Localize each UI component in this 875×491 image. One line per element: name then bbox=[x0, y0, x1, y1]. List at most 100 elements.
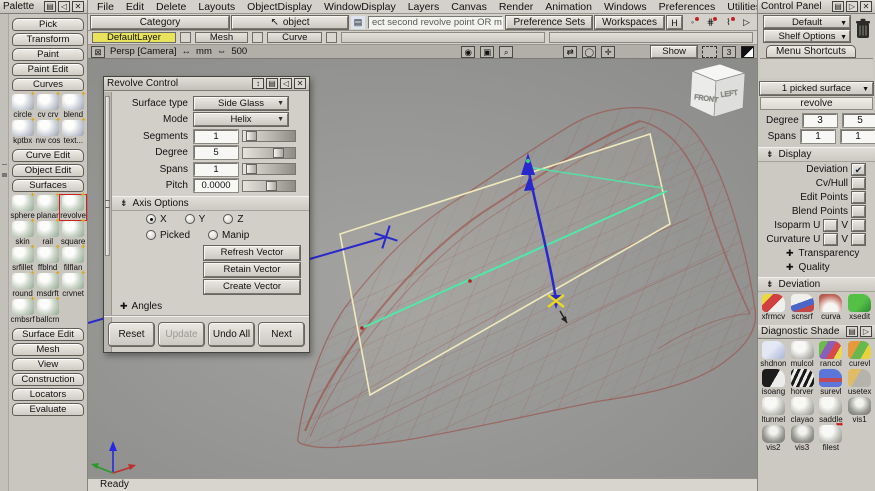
palette-tab-view[interactable]: View bbox=[12, 358, 84, 371]
menu-layers[interactable]: Layers bbox=[402, 1, 446, 13]
layer-empty-slot[interactable] bbox=[549, 32, 754, 43]
palette-tab-pick[interactable]: Pick bbox=[12, 18, 84, 31]
shelf-tool-vis1[interactable]: vis1 bbox=[845, 397, 874, 424]
default-dropdown[interactable]: Default ▼ bbox=[763, 15, 851, 29]
grid-count-button[interactable]: 3 bbox=[722, 45, 736, 58]
cv-hull-checkbox[interactable] bbox=[851, 176, 866, 190]
dialog-titlebar[interactable]: Revolve Control ↕ ▤ ◁ ✕ bbox=[104, 77, 309, 91]
surface-type-dropdown[interactable]: Side Glass ▼ bbox=[193, 95, 289, 111]
menu-windows[interactable]: Windows bbox=[598, 1, 653, 13]
show-button[interactable]: Show bbox=[650, 44, 698, 59]
scrollbar-thumb[interactable] bbox=[105, 96, 110, 256]
shelf-tool-vis2[interactable]: vis2 bbox=[759, 425, 788, 452]
view-cube[interactable]: FRONT LEFT bbox=[689, 63, 747, 118]
reset-button[interactable]: Reset bbox=[108, 322, 155, 347]
curvature-u-v-checkbox[interactable] bbox=[851, 232, 866, 246]
menu-windowdisplay[interactable]: WindowDisplay bbox=[318, 1, 402, 13]
tool-cmbsrf[interactable]: cmbsrf bbox=[10, 295, 36, 324]
shelf-tool-usetex[interactable]: usetex bbox=[845, 369, 874, 396]
shelf-tool-xfrmcv[interactable]: xfrmcv bbox=[759, 294, 788, 321]
palette-tab-curves[interactable]: Curves bbox=[12, 78, 84, 91]
shelf-tool-clayao[interactable]: clayao bbox=[788, 397, 817, 424]
expand-icon[interactable]: ▷ bbox=[846, 1, 858, 12]
shelf-tool-vis3[interactable]: vis3 bbox=[788, 425, 817, 452]
units-label[interactable]: mm bbox=[196, 46, 212, 57]
hotkey-button[interactable]: H bbox=[666, 14, 683, 30]
radio-y[interactable] bbox=[184, 214, 195, 224]
slider-thumb[interactable] bbox=[246, 131, 257, 141]
undo-all-button[interactable]: Undo All bbox=[208, 322, 255, 347]
snap-point-icon[interactable]: ⌇ bbox=[721, 16, 736, 29]
palette-gutter[interactable] bbox=[0, 14, 9, 491]
layer-visibility-box[interactable] bbox=[326, 32, 338, 43]
palette-tab-transform[interactable]: Transform bbox=[12, 33, 84, 46]
segments-input[interactable]: 1 bbox=[193, 128, 239, 144]
menu-delete[interactable]: Delete bbox=[150, 1, 192, 13]
tool-ballcrn[interactable]: ballcrn bbox=[35, 295, 61, 324]
shelf-tool-isoang[interactable]: isoang bbox=[759, 369, 788, 396]
collapse-icon[interactable]: ◁ bbox=[58, 1, 70, 12]
radio-z[interactable] bbox=[223, 214, 234, 224]
shelf-tool-filest[interactable]: filest bbox=[817, 419, 846, 452]
shelf-tool-horver[interactable]: horver bbox=[788, 369, 817, 396]
palette-tab-locators[interactable]: Locators bbox=[12, 388, 84, 401]
degree-input[interactable]: 5 bbox=[193, 145, 239, 160]
menu-shortcuts-tab[interactable]: Menu Shortcuts bbox=[766, 45, 856, 58]
shelf-tool-ltunnel[interactable]: ltunnel bbox=[759, 397, 788, 424]
menu-canvas[interactable]: Canvas bbox=[445, 1, 493, 13]
snap-grid-icon[interactable]: ◦ bbox=[685, 16, 700, 29]
close-icon[interactable]: ✕ bbox=[72, 1, 84, 12]
close-icon[interactable]: ✕ bbox=[860, 1, 872, 12]
tool-text-[interactable]: text... bbox=[61, 116, 86, 145]
quality-section-header[interactable]: ✚ Quality bbox=[758, 260, 875, 274]
layer-chip-defaultlayer[interactable]: DefaultLayer bbox=[92, 32, 176, 43]
edit-points-checkbox[interactable] bbox=[851, 190, 866, 204]
layer-visibility-box[interactable] bbox=[179, 32, 191, 43]
mode-dropdown[interactable]: Helix ▼ bbox=[193, 112, 289, 127]
refresh-vector-button[interactable]: Refresh Vector bbox=[203, 245, 301, 261]
snap-curve-icon[interactable]: ⋕ bbox=[703, 16, 718, 29]
palette-tab-paint-edit[interactable]: Paint Edit bbox=[12, 63, 84, 76]
tool-crvnet[interactable]: crvnet bbox=[60, 269, 86, 298]
drag-grip-icon[interactable] bbox=[2, 164, 7, 174]
angles-header[interactable]: ✚ Angles bbox=[112, 298, 309, 314]
expand-toolbar-icon[interactable]: ▷ bbox=[739, 16, 754, 29]
pan-icon[interactable]: ✛ bbox=[601, 45, 616, 58]
expand-icon[interactable]: ▷ bbox=[860, 326, 872, 337]
isoparm-u-checkbox[interactable] bbox=[823, 218, 839, 232]
list-icon[interactable]: ▤ bbox=[44, 1, 56, 12]
magnifier-icon[interactable]: ⌕ bbox=[499, 45, 514, 58]
shelf-tool-rancol[interactable]: rancol bbox=[817, 341, 846, 368]
palette-tab-paint[interactable]: Paint bbox=[12, 48, 84, 61]
shelf-tool-xsedit[interactable]: xsedit bbox=[845, 294, 874, 321]
menu-animation[interactable]: Animation bbox=[539, 1, 598, 13]
deviation-checkbox[interactable]: ✔ bbox=[851, 162, 866, 176]
spans-input[interactable]: 1 bbox=[193, 161, 239, 177]
scale-value[interactable]: 500 bbox=[231, 46, 247, 57]
lasso-icon[interactable]: ◯ bbox=[582, 45, 597, 58]
shelf-tool-scnsrf[interactable]: scnsrf bbox=[788, 294, 817, 321]
degree-value[interactable]: 5 bbox=[842, 112, 875, 128]
menu-render[interactable]: Render bbox=[493, 1, 539, 13]
layer-chip-mesh[interactable]: Mesh bbox=[194, 32, 249, 43]
retain-vector-button[interactable]: Retain Vector bbox=[203, 262, 301, 278]
workspaces-button[interactable]: Workspaces bbox=[594, 14, 665, 30]
palette-tab-construction[interactable]: Construction bbox=[12, 373, 84, 386]
menu-objectdisplay[interactable]: ObjectDisplay bbox=[241, 1, 318, 13]
tool-nw-cos[interactable]: nw cos bbox=[35, 116, 61, 145]
shelf-tool-curva[interactable]: curva bbox=[817, 294, 846, 321]
shelf-tool-surevl[interactable]: surevl bbox=[817, 369, 846, 396]
menu-edit[interactable]: Edit bbox=[120, 1, 150, 13]
shelf-area[interactable] bbox=[760, 58, 873, 78]
camera-label[interactable]: Persp [Camera] bbox=[110, 46, 177, 57]
drag-grip-icon[interactable] bbox=[105, 200, 110, 208]
menu-preferences[interactable]: Preferences bbox=[653, 1, 722, 13]
transparency-section-header[interactable]: ✚ Transparency bbox=[758, 246, 875, 260]
slider-thumb[interactable] bbox=[266, 180, 277, 191]
palette-tab-surface-edit[interactable]: Surface Edit bbox=[12, 328, 84, 341]
curvature-u-checkbox[interactable] bbox=[823, 232, 839, 246]
degree-value[interactable]: 3 bbox=[802, 112, 838, 128]
resize-icon[interactable]: ↕ bbox=[252, 78, 264, 89]
viewport-menu-icon[interactable]: ⊠ bbox=[91, 45, 105, 58]
pitch-input[interactable]: 0.0000 bbox=[193, 178, 239, 193]
